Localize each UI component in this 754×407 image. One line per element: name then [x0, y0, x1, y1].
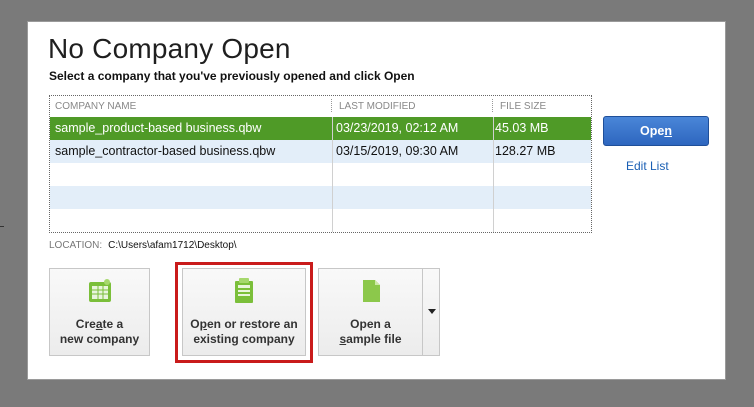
company-name-cell: sample_contractor-based business.qbw — [55, 144, 276, 158]
company-list[interactable]: COMPANY NAME LAST MODIFIED FILE SIZE sam… — [49, 95, 592, 233]
column-separator — [492, 99, 493, 112]
highlight-box — [175, 262, 313, 363]
open-button-label: Ope — [640, 124, 665, 138]
column-divider — [332, 117, 333, 232]
sample-file-dropdown[interactable] — [422, 268, 440, 356]
empty-row — [50, 186, 591, 209]
create-tile-label: Create a new company — [59, 317, 140, 346]
dialog-subtitle: Select a company that you've previously … — [49, 69, 415, 83]
empty-row — [50, 209, 591, 232]
edge-mark — [0, 226, 4, 227]
company-list-header: COMPANY NAME LAST MODIFIED FILE SIZE — [50, 96, 591, 117]
column-header-file-size[interactable]: FILE SIZE — [500, 101, 546, 112]
column-divider — [493, 117, 494, 232]
edit-list-link[interactable]: Edit List — [626, 159, 669, 173]
file-size-cell: 45.03 MB — [495, 121, 549, 135]
open-sample-file-button[interactable]: Open a sample file — [318, 268, 423, 356]
chevron-down-icon — [428, 309, 436, 314]
sample-tile-label: Open a sample file — [339, 317, 402, 346]
last-modified-cell: 03/15/2019, 09:30 AM — [336, 144, 459, 158]
location-row: LOCATION: C:\Users\afam1712\Desktop\ — [49, 240, 237, 251]
open-button[interactable]: Ope n — [603, 116, 709, 146]
location-path: C:\Users\afam1712\Desktop\ — [108, 240, 237, 251]
location-label: LOCATION: — [49, 240, 103, 251]
no-company-open-dialog: No Company Open Select a company that yo… — [27, 21, 726, 380]
file-size-cell: 128.27 MB — [495, 144, 556, 158]
file-icon — [362, 280, 380, 302]
spreadsheet-icon — [88, 279, 111, 302]
company-row[interactable]: sample_contractor-based business.qbw 03/… — [50, 140, 591, 163]
empty-row — [50, 163, 591, 186]
column-header-company-name[interactable]: COMPANY NAME — [55, 101, 136, 112]
column-header-last-modified[interactable]: LAST MODIFIED — [339, 101, 416, 112]
open-button-accel: n — [664, 124, 672, 138]
column-separator — [331, 99, 332, 112]
create-new-company-button[interactable]: Create a new company — [49, 268, 150, 356]
company-name-cell: sample_product-based business.qbw — [55, 121, 262, 135]
company-row-selected[interactable]: sample_product-based business.qbw 03/23/… — [50, 117, 591, 140]
dialog-title: No Company Open — [48, 33, 291, 64]
last-modified-cell: 03/23/2019, 02:12 AM — [336, 121, 459, 135]
